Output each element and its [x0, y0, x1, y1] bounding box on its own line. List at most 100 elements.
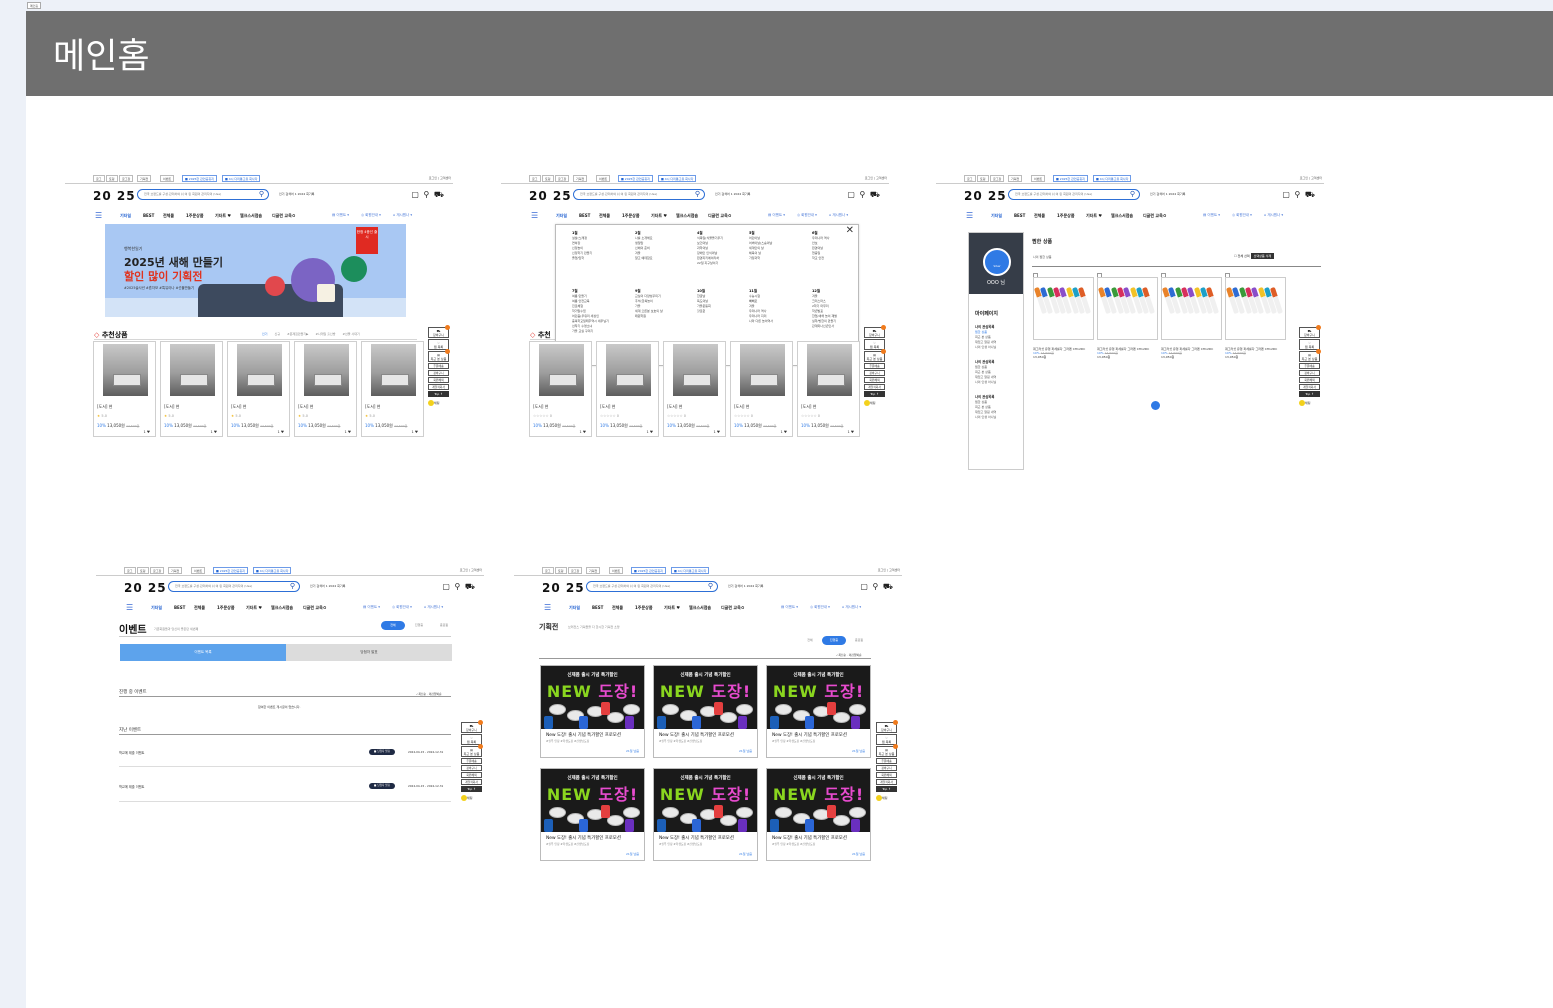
utility-link[interactable]: ■ 4시 다리통고유 회사자: [671, 567, 710, 574]
nav-dropdown[interactable]: ⌂ 게시원나 ▾: [829, 213, 848, 218]
tab-winners[interactable]: 당첨자 발표: [286, 644, 452, 661]
utility-link[interactable]: ■ 2025한 관련공휴지: [631, 567, 666, 574]
quick-link[interactable]: 주문배송: [876, 758, 897, 764]
like-count[interactable]: 1 ♥: [211, 430, 217, 434]
menu-item[interactable]: 관계되나신년인사: [812, 324, 837, 329]
product-card[interactable]: [도서] 현 ☆☆☆☆☆ 0 10% 13,050원 14,500원 1 ♥: [730, 341, 793, 437]
cart-shortcut[interactable]: ⛟ 장바구니: [864, 325, 886, 338]
menu-item[interactable]: 나라 다른 놀이역사: [749, 319, 773, 324]
utility-link[interactable]: ■ 4시 다리통고유 회사자: [658, 175, 697, 182]
quick-link[interactable]: 회원혜택: [876, 772, 897, 778]
quick-link[interactable]: 주문배송: [428, 363, 449, 369]
utility-link[interactable]: 이벤트: [191, 567, 206, 574]
nav-item[interactable]: 전체몰: [1034, 213, 1045, 219]
pagination-dot[interactable]: [1151, 401, 1160, 410]
wish-product-card[interactable]: [1225, 277, 1286, 340]
nav-item[interactable]: 1주문상품: [1057, 213, 1075, 219]
nav-dropdown[interactable]: ◎ 회원안내 ▾: [392, 605, 412, 610]
nav-item[interactable]: 전체몰: [163, 213, 174, 219]
popular-keywords[interactable]: 인기 검색어 1 2024 회기록: [279, 192, 314, 196]
nav-dropdown[interactable]: ◎ 회원안내 ▾: [810, 605, 830, 610]
section-tab[interactable]: 신규: [275, 332, 281, 336]
nav-item[interactable]: 1주문상품: [186, 213, 204, 219]
utility-link[interactable]: 이벤트: [1031, 175, 1046, 182]
nav-dropdown[interactable]: ▤ 이벤트 ▾: [363, 605, 380, 610]
quick-link[interactable]: 계열적회사: [428, 384, 449, 390]
quick-link[interactable]: 장바구니: [428, 370, 449, 376]
product-card[interactable]: [도서] 현 ★ 5.0 10% 13,050원 14,500원 1 ♥: [227, 341, 290, 437]
recent-shortcut[interactable]: ▤ 최근 본 상품: [876, 744, 898, 757]
quick-link[interactable]: 주문배송: [864, 363, 885, 369]
top-button[interactable]: Top ↑: [428, 391, 449, 397]
event-row-name[interactable]: 학교에 제출 이벤트: [119, 784, 145, 789]
nav-dropdown[interactable]: ◎ 회원안내 ▾: [797, 213, 817, 218]
nav-item[interactable]: 전체몰: [194, 605, 205, 611]
nav-item[interactable]: 1주문상품: [635, 605, 653, 611]
product-card[interactable]: [도서] 현 ★ 5.0 10% 13,050원 14,500원 1 ♥: [361, 341, 424, 437]
exhibition-card[interactable]: 신제품 출시 기념 특가할인 NEW 도장! New 도장! 출시 기념 특가할인 …: [540, 768, 645, 861]
nav-item[interactable]: 기타일: [556, 213, 567, 219]
sidebar-link[interactable]: 나의 인생 아니닐: [975, 345, 1017, 350]
exhibition-card[interactable]: 신제품 출시 기념 특가할인 NEW 도장! New 도장! 출시 기념 특가할인 …: [766, 768, 871, 861]
quick-link[interactable]: 주문배송: [461, 758, 482, 764]
quick-link[interactable]: 장바구니: [461, 765, 482, 771]
menu-icon[interactable]: ☰: [531, 211, 538, 220]
nav-item[interactable]: 엘크스서점숍: [271, 605, 293, 611]
quick-link[interactable]: 장바구니: [1299, 370, 1320, 376]
nav-dropdown[interactable]: ⌂ 게시원나 ▾: [424, 605, 443, 610]
cart-shortcut[interactable]: ⛟ 장바구니: [461, 720, 483, 733]
exhibition-card[interactable]: 신제품 출시 기념 특가할인 NEW 도장! New 도장! 출시 기념 특가할인 …: [653, 768, 758, 861]
product-card[interactable]: [도서] 현 ☆☆☆☆☆ 0 10% 13,050원 14,500원 1 ♥: [596, 341, 659, 437]
section-tab[interactable]: #선물 사대기: [342, 332, 359, 336]
quick-link[interactable]: 회원혜택: [1299, 377, 1320, 383]
nav-dropdown[interactable]: ▤ 이벤트 ▾: [768, 213, 785, 218]
nav-item[interactable]: 기타일: [991, 213, 1002, 219]
utility-link[interactable]: 토링: [977, 175, 989, 182]
nav-item[interactable]: 디글런 교육♻: [272, 213, 295, 219]
login-links[interactable]: 로그인 | 고객센터: [429, 176, 451, 180]
search-input[interactable]: 전국 브랜드를 구성·관리하여 쉬 여 된 회원의 관리자의 (Use) ⚲: [137, 189, 269, 200]
menu-icon[interactable]: ☰: [966, 211, 973, 220]
product-card[interactable]: [도서] 현 ★ 5.0 10% 13,050원 14,500원 1 ♥: [294, 341, 357, 437]
utility-link[interactable]: 기획전: [1008, 175, 1023, 182]
exhibition-card[interactable]: 신제품 출시 기념 특가할인 NEW 도장! New 도장! 출시 기념 특가할인 …: [766, 665, 871, 758]
winners-badge[interactable]: ■ 당첨자 발표: [369, 783, 395, 789]
quick-link[interactable]: 계열적회사: [864, 384, 885, 390]
exhibition-card[interactable]: 신제품 출시 기념 특가할인 NEW 도장! New 도장! 출시 기념 특가할인 …: [540, 665, 645, 758]
site-logo[interactable]: 20 25: [542, 581, 585, 595]
nav-item[interactable]: 기타트 ♥: [215, 213, 231, 219]
chat-button[interactable]: 채팅: [428, 400, 449, 406]
recent-shortcut[interactable]: ▤ 최근 본 상품: [1299, 349, 1321, 362]
menu-icon[interactable]: ☰: [126, 603, 133, 612]
wish-product-card[interactable]: [1033, 277, 1094, 340]
frame-tab-label[interactable]: 메인홈: [27, 2, 42, 9]
search-input[interactable]: 전국 브랜드를 구성·관리하여 쉬 여 된 회원의 관리자의 (Use) ⚲: [573, 189, 705, 200]
utility-link[interactable]: 기획전: [573, 175, 588, 182]
menu-item[interactable]: 가정과학: [749, 256, 772, 261]
header-icons[interactable]: ▢ ⚲ ⛟: [442, 582, 476, 592]
chat-button[interactable]: 채팅: [864, 400, 885, 406]
quick-link[interactable]: 계열적회사: [1299, 384, 1320, 390]
menu-icon[interactable]: ☰: [95, 211, 102, 220]
nav-item[interactable]: BEST: [592, 605, 603, 610]
nav-dropdown[interactable]: ⌂ 게시원나 ▾: [842, 605, 861, 610]
like-count[interactable]: 1 ♥: [848, 430, 854, 434]
nav-dropdown[interactable]: ◎ 회원안내 ▾: [1232, 213, 1252, 218]
utility-link[interactable]: 이벤트: [609, 567, 624, 574]
section-tab[interactable]: 인기: [262, 332, 268, 336]
header-icons[interactable]: ▢ ⚲ ⛟: [860, 582, 894, 592]
cart-shortcut[interactable]: ⛟ 장바구니: [1299, 325, 1321, 338]
utility-link[interactable]: ■ 4시 다리통고유 회사자: [253, 567, 292, 574]
utility-link[interactable]: ■ 4시 다리통고유 회사자: [1093, 175, 1132, 182]
menu-item[interactable]: 할로윈: [697, 309, 711, 314]
utility-link[interactable]: ■ 2025한 관련공휴지: [1053, 175, 1088, 182]
utility-link[interactable]: 이벤트: [160, 175, 175, 182]
popular-keywords[interactable]: 인기 검색어 1 2024 회기록: [310, 584, 345, 588]
quick-link[interactable]: 회원혜택: [428, 377, 449, 383]
popular-keywords[interactable]: 인기 검색어 1 2024 회기록: [1150, 192, 1185, 196]
wish-product-card[interactable]: [1161, 277, 1222, 340]
site-logo[interactable]: 20 25: [124, 581, 167, 595]
popular-keywords[interactable]: 인기 검색어 1 2024 회기록: [715, 192, 750, 196]
like-count[interactable]: 1 ♥: [781, 430, 787, 434]
search-icon[interactable]: ⚲: [290, 582, 295, 591]
